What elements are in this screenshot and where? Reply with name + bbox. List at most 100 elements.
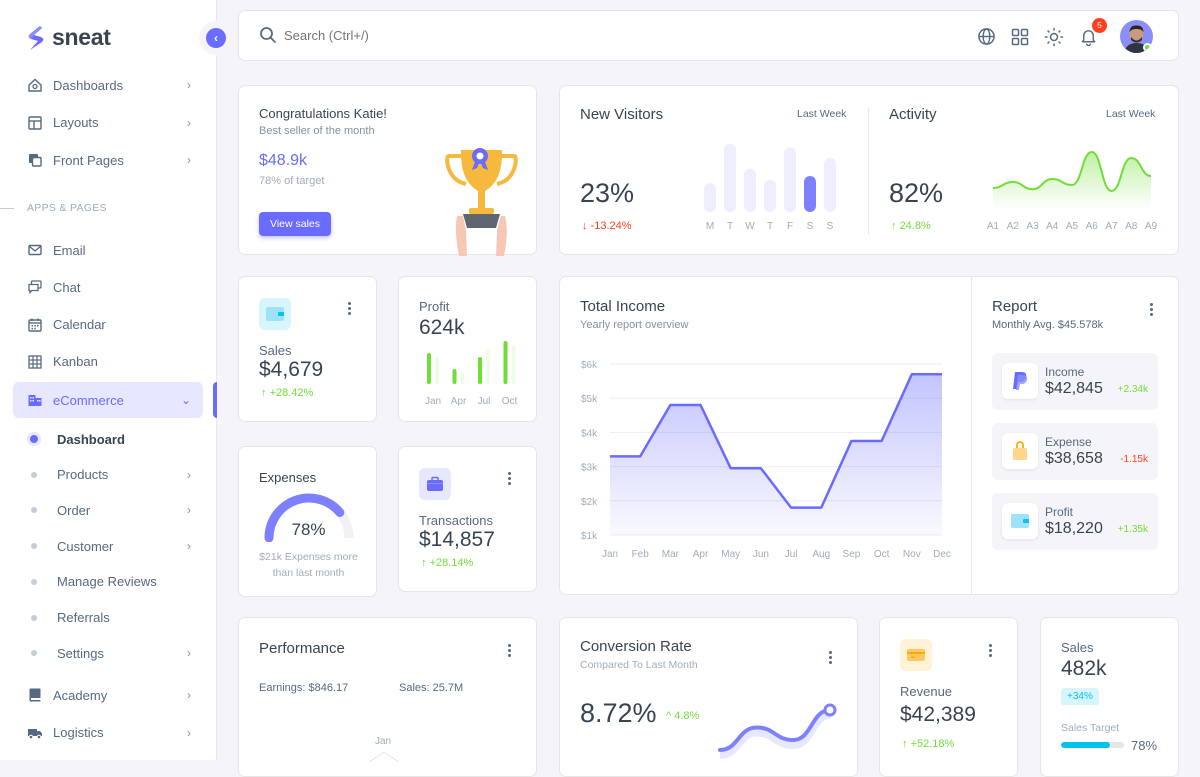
revenue-more-menu[interactable] — [988, 644, 992, 659]
report-item-change: +1.35k — [1117, 524, 1148, 535]
transactions-more-menu[interactable] — [507, 472, 511, 487]
sidebar-item-front-pages[interactable]: Front Pages › — [13, 142, 203, 178]
report-more-menu[interactable] — [1149, 303, 1153, 318]
sidebar-item-label: Front Pages — [53, 152, 124, 168]
sidebar-item-label: Email — [53, 242, 86, 258]
sidebar-collapse-button[interactable]: ‹ — [199, 21, 233, 55]
conversion-value: 8.72% — [580, 698, 657, 728]
expenses-note-1: $21k Expenses more — [259, 551, 358, 563]
profit-bar-current — [478, 357, 482, 384]
profit-month-label: Oct — [502, 396, 518, 407]
income-x-label: Sep — [843, 549, 861, 560]
sidebar-subitem-order[interactable]: Order › — [13, 495, 203, 525]
visitors-day-label: T — [727, 221, 733, 232]
congratulations-card: Congratulations Katie! Best seller of th… — [238, 85, 537, 256]
sidebar-item-label: Order — [57, 502, 91, 518]
report-item-profit: Profit $18,220 +1.35k — [992, 493, 1158, 550]
income-y-tick: $1k — [581, 531, 598, 542]
performance-more-menu[interactable] — [507, 644, 511, 659]
sidebar-item-layouts[interactable]: Layouts › — [13, 105, 203, 141]
bullet-icon — [30, 435, 38, 443]
profit-stat-card: Profit 624k Jan Apr Jul Oct — [398, 276, 537, 422]
new-visitors-change: ↓ -13.24% — [582, 220, 632, 232]
income-x-label: Aug — [812, 549, 830, 560]
income-x-label: Feb — [632, 549, 650, 560]
shortcuts-button[interactable] — [1010, 27, 1030, 47]
brand-logo[interactable]: sneat — [26, 24, 111, 51]
sales-more-menu[interactable] — [347, 302, 351, 317]
total-income-card: Total Income Yearly report overview $1k $… — [559, 276, 1179, 595]
visitors-day-label: W — [745, 221, 755, 232]
visitors-day-label: S — [827, 221, 834, 232]
sidebar-subitem-referrals[interactable]: Referrals — [13, 603, 203, 633]
activity-x-label: A5 — [1066, 221, 1079, 232]
search-input[interactable] — [284, 27, 584, 43]
top-navbar: 5 — [238, 10, 1179, 61]
sales-label: Sales — [259, 343, 292, 358]
visitors-bar — [704, 183, 716, 212]
conversion-more-menu[interactable] — [828, 651, 832, 666]
expenses-note-2: than last month — [272, 567, 345, 579]
sidebar-item-label: Products — [57, 467, 109, 483]
paypal-icon — [1002, 363, 1038, 399]
sidebar-item-chat[interactable]: Chat — [13, 269, 203, 305]
profit-bar-chart: Jan Apr Jul Oct — [425, 341, 518, 407]
sidebar-subitem-manage-reviews[interactable]: Manage Reviews — [13, 567, 203, 597]
card-divider — [971, 277, 972, 594]
new-visitors-period[interactable]: Last Week — [797, 108, 846, 120]
user-avatar[interactable] — [1120, 20, 1153, 53]
sidebar-subitem-dashboard[interactable]: Dashboard — [13, 424, 203, 454]
sidebar-item-label: Dashboard — [57, 431, 125, 447]
sidebar-item-calendar[interactable]: Calendar — [13, 307, 203, 343]
expenses-percent: 78% — [291, 520, 326, 539]
income-x-label: Mar — [662, 549, 680, 560]
new-visitors-bar-chart: MTWTFSS — [704, 143, 836, 232]
sidebar-item-email[interactable]: Email — [13, 232, 203, 268]
building-icon — [27, 392, 43, 408]
sidebar-subitem-customer[interactable]: Customer › — [13, 531, 203, 561]
congrats-subtitle: Best seller of the month — [259, 125, 375, 137]
calendar-icon — [27, 317, 43, 333]
sidebar-subitem-settings[interactable]: Settings › — [13, 638, 203, 668]
search-bar[interactable] — [259, 26, 584, 44]
sidebar-subitem-products[interactable]: Products › — [13, 460, 203, 490]
report-item-label: Expense — [1045, 435, 1092, 449]
visitors-bar — [744, 168, 756, 212]
theme-toggle-button[interactable] — [1044, 27, 1064, 47]
activity-period[interactable]: Last Week — [1106, 108, 1155, 120]
visitors-day-label: M — [706, 221, 714, 232]
arrow-up-icon: ↑ — [902, 738, 911, 750]
conversion-title: Conversion Rate — [580, 638, 692, 655]
language-button[interactable] — [976, 27, 996, 47]
radar-label-jan: Jan — [375, 736, 392, 747]
sidebar-item-ecommerce[interactable]: eCommerce ⌄ — [13, 382, 203, 418]
view-sales-button[interactable]: View sales — [259, 212, 331, 236]
sidebar-item-academy[interactable]: Academy › — [13, 677, 203, 713]
briefcase-icon — [427, 476, 443, 491]
congrats-title: Congratulations Katie! — [259, 106, 387, 121]
sidebar-item-dashboards[interactable]: Dashboards › — [13, 67, 203, 103]
sidebar-item-logistics[interactable]: Logistics › — [13, 715, 203, 751]
total-income-area-chart: $1k $2k $3k $4k $5k $6k Jan Feb Mar Apr May Jun Jul A… — [581, 360, 951, 560]
pages-icon — [27, 152, 43, 168]
bullet-icon — [31, 578, 37, 585]
income-x-label: Jun — [753, 549, 769, 560]
chevron-right-icon: › — [187, 115, 191, 130]
chevron-right-icon: › — [187, 539, 191, 554]
activity-change: ↑ 24.8% — [891, 220, 931, 232]
brand-name: sneat — [52, 24, 111, 50]
sidebar-item-kanban[interactable]: Kanban — [13, 344, 203, 380]
profit-bar-previous — [435, 357, 439, 384]
apps-grid-icon — [1011, 28, 1029, 45]
sales-stat-card: Sales $4,679 ↑ +28.42% — [238, 276, 377, 422]
bullet-icon — [31, 650, 37, 657]
notification-badge: 5 — [1092, 17, 1107, 33]
shopping-bag-icon — [1002, 433, 1038, 469]
activity-x-label: A4 — [1046, 221, 1059, 232]
bullet-icon — [31, 471, 37, 478]
transactions-icon-box — [419, 468, 451, 500]
activity-x-label: A3 — [1026, 221, 1039, 232]
notifications-button[interactable]: 5 — [1078, 17, 1107, 47]
arrow-up-icon: ↑ — [891, 220, 900, 232]
transactions-stat-card: Transactions $14,857 ↑ +28.14% — [398, 446, 537, 592]
